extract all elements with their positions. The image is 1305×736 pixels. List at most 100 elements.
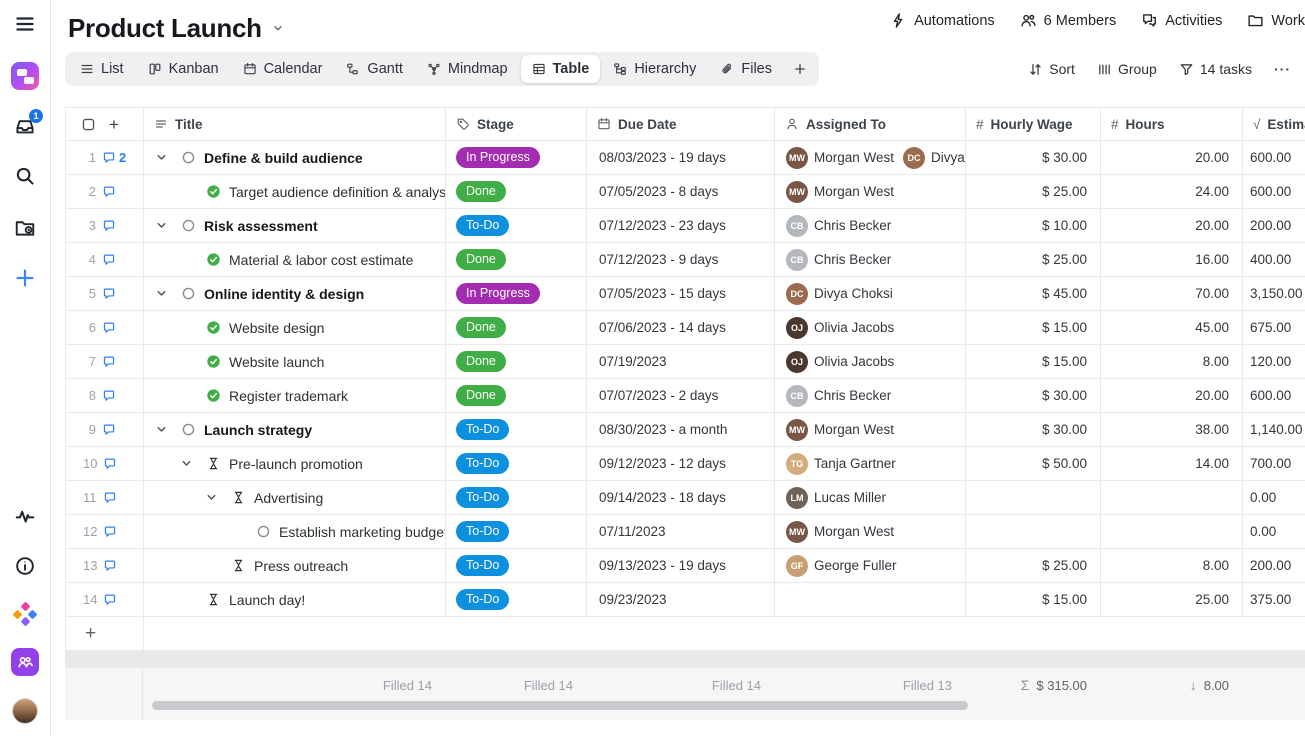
task-title-cell[interactable]: Advertising bbox=[144, 481, 446, 515]
hourly-wage-cell[interactable]: $ 15.00 bbox=[966, 583, 1101, 617]
hours-cell[interactable]: 20.00 bbox=[1101, 209, 1243, 243]
due-date-cell[interactable]: 09/13/2023 - 19 days bbox=[587, 549, 775, 583]
due-date-cell[interactable]: 07/05/2023 - 8 days bbox=[587, 175, 775, 209]
footer-assigned-summary[interactable]: Filled 13 bbox=[774, 668, 965, 702]
info-icon[interactable] bbox=[13, 554, 37, 578]
due-date-cell[interactable]: 09/14/2023 - 18 days bbox=[587, 481, 775, 515]
add-view-tab[interactable] bbox=[785, 56, 815, 82]
column-header-hourly-wage[interactable]: # Hourly Wage bbox=[966, 107, 1101, 141]
stage-cell[interactable]: In Progress bbox=[446, 141, 587, 175]
due-date-cell[interactable]: 09/12/2023 - 12 days bbox=[587, 447, 775, 481]
recent-folder-icon[interactable] bbox=[13, 216, 37, 240]
hourly-wage-cell[interactable]: $ 45.00 bbox=[966, 277, 1101, 311]
row-number-cell[interactable]: 7 bbox=[66, 345, 144, 379]
search-icon[interactable] bbox=[13, 164, 37, 188]
due-date-cell[interactable]: 09/23/2023 bbox=[587, 583, 775, 617]
assignees-cell[interactable] bbox=[775, 583, 966, 617]
horizontal-scrollbar[interactable] bbox=[152, 701, 968, 710]
hours-cell[interactable]: 38.00 bbox=[1101, 413, 1243, 447]
hourly-wage-cell[interactable]: $ 50.00 bbox=[966, 447, 1101, 481]
column-header-title[interactable]: Title bbox=[144, 107, 446, 141]
task-title-cell[interactable]: Define & build audience bbox=[144, 141, 446, 175]
hourly-wage-cell[interactable]: $ 15.00 bbox=[966, 345, 1101, 379]
activity-pulse-icon[interactable] bbox=[13, 504, 37, 528]
stage-cell[interactable]: Done bbox=[446, 243, 587, 277]
team-app-icon[interactable] bbox=[11, 648, 39, 676]
stage-cell[interactable]: Done bbox=[446, 175, 587, 209]
comment-count[interactable] bbox=[102, 287, 119, 301]
view-tab-kanban[interactable]: Kanban bbox=[137, 55, 230, 83]
assignees-cell[interactable]: MWMorgan West bbox=[775, 413, 966, 447]
hours-cell[interactable] bbox=[1101, 481, 1243, 515]
expand-chevron-icon[interactable] bbox=[154, 150, 170, 165]
hourly-wage-cell[interactable]: $ 30.00 bbox=[966, 413, 1101, 447]
stage-cell[interactable]: To-Do bbox=[446, 481, 587, 515]
assignees-cell[interactable]: CBChris Becker bbox=[775, 209, 966, 243]
comment-count[interactable] bbox=[102, 253, 119, 267]
integrations-icon[interactable] bbox=[13, 602, 37, 626]
comment-count[interactable] bbox=[102, 389, 119, 403]
stage-cell[interactable]: To-Do bbox=[446, 447, 587, 481]
stage-cell[interactable]: To-Do bbox=[446, 413, 587, 447]
due-date-cell[interactable]: 07/11/2023 bbox=[587, 515, 775, 549]
comment-count[interactable] bbox=[103, 457, 120, 471]
comment-count[interactable] bbox=[103, 593, 120, 607]
column-header-due-date[interactable]: Due Date bbox=[587, 107, 775, 141]
view-tab-mindmap[interactable]: Mindmap bbox=[416, 55, 519, 83]
hourly-wage-cell[interactable]: $ 25.00 bbox=[966, 175, 1101, 209]
hours-cell[interactable]: 25.00 bbox=[1101, 583, 1243, 617]
stage-cell[interactable]: Done bbox=[446, 345, 587, 379]
stage-cell[interactable]: Done bbox=[446, 379, 587, 413]
row-number-cell[interactable]: 1 2 bbox=[66, 141, 144, 175]
expand-chevron-icon[interactable] bbox=[154, 422, 170, 437]
add-row[interactable]: + bbox=[66, 617, 1305, 651]
group-button[interactable]: Group bbox=[1097, 61, 1157, 77]
footer-wage-sum[interactable]: Σ $ 315.00 bbox=[965, 668, 1100, 702]
stage-cell[interactable]: To-Do bbox=[446, 583, 587, 617]
column-header-estimate[interactable]: √ Estimate bbox=[1243, 107, 1305, 141]
task-title-cell[interactable]: Website design bbox=[144, 311, 446, 345]
hourly-wage-cell[interactable]: $ 30.00 bbox=[966, 379, 1101, 413]
comment-count[interactable] bbox=[102, 219, 119, 233]
hours-cell[interactable]: 8.00 bbox=[1101, 345, 1243, 379]
hourly-wage-cell[interactable] bbox=[966, 515, 1101, 549]
row-number-cell[interactable]: 9 bbox=[66, 413, 144, 447]
hours-cell[interactable] bbox=[1101, 515, 1243, 549]
hours-cell[interactable]: 20.00 bbox=[1101, 379, 1243, 413]
view-tab-gantt[interactable]: Gantt bbox=[335, 55, 413, 83]
assignees-cell[interactable]: CBChris Becker bbox=[775, 379, 966, 413]
stage-cell[interactable]: To-Do bbox=[446, 515, 587, 549]
hours-cell[interactable]: 24.00 bbox=[1101, 175, 1243, 209]
due-date-cell[interactable]: 07/12/2023 - 9 days bbox=[587, 243, 775, 277]
add-new-icon[interactable] bbox=[13, 266, 37, 290]
assignees-cell[interactable]: CBChris Becker bbox=[775, 243, 966, 277]
expand-chevron-icon[interactable] bbox=[179, 456, 195, 471]
assignees-cell[interactable]: MWMorgan WestDCDivya Choksi bbox=[775, 141, 966, 175]
assignees-cell[interactable]: DCDivya Choksi bbox=[775, 277, 966, 311]
row-number-cell[interactable]: 2 bbox=[66, 175, 144, 209]
row-number-cell[interactable]: 14 bbox=[66, 583, 144, 617]
hourly-wage-cell[interactable]: $ 15.00 bbox=[966, 311, 1101, 345]
task-title-cell[interactable]: Register trademark bbox=[144, 379, 446, 413]
assignees-cell[interactable]: MWMorgan West bbox=[775, 175, 966, 209]
row-number-cell[interactable]: 11 bbox=[66, 481, 144, 515]
row-number-cell[interactable]: 8 bbox=[66, 379, 144, 413]
task-title-cell[interactable]: Launch day! bbox=[144, 583, 446, 617]
stage-cell[interactable]: To-Do bbox=[446, 209, 587, 243]
automations-button[interactable]: Automations bbox=[890, 12, 995, 29]
task-title-cell[interactable]: Website launch bbox=[144, 345, 446, 379]
hourly-wage-cell[interactable] bbox=[966, 481, 1101, 515]
footer-hours-stat[interactable]: ↓ 8.00 bbox=[1100, 668, 1242, 702]
hourly-wage-cell[interactable]: $ 25.00 bbox=[966, 243, 1101, 277]
due-date-cell[interactable]: 07/06/2023 - 14 days bbox=[587, 311, 775, 345]
row-number-cell[interactable]: 10 bbox=[66, 447, 144, 481]
add-row-plus-icon[interactable]: + bbox=[85, 624, 96, 643]
assignees-cell[interactable]: OJOlivia Jacobs bbox=[775, 345, 966, 379]
hamburger-menu-icon[interactable] bbox=[13, 12, 37, 36]
user-avatar[interactable] bbox=[12, 698, 38, 724]
assignees-cell[interactable]: LMLucas Miller bbox=[775, 481, 966, 515]
hourly-wage-cell[interactable]: $ 25.00 bbox=[966, 549, 1101, 583]
assignees-cell[interactable]: TGTanja Gartner bbox=[775, 447, 966, 481]
activities-button[interactable]: Activities bbox=[1141, 12, 1222, 29]
task-title-cell[interactable]: Pre-launch promotion bbox=[144, 447, 446, 481]
